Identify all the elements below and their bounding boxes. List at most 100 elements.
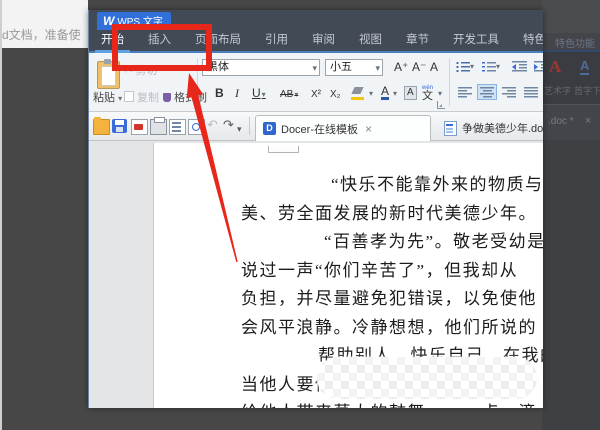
tab-features[interactable]: 特色功能 [523, 30, 543, 51]
undo-icon[interactable]: ↶ [207, 117, 218, 133]
bullets-caret-icon: ▾ [469, 61, 474, 71]
align-right-button[interactable] [499, 84, 519, 100]
tab-section[interactable]: 章节 [406, 30, 429, 51]
group-divider [449, 58, 450, 106]
numbering-icon [482, 60, 496, 72]
font-size-caret-icon: ▾ [375, 63, 380, 73]
ghost-close-icon: × [585, 115, 592, 127]
tab-references[interactable]: 引用 [265, 30, 288, 51]
pinyin-guide-button[interactable]: wén 文 [422, 84, 433, 102]
print-icon[interactable] [150, 117, 167, 135]
annotation-rectangle [112, 24, 212, 71]
doc-text-line: 说过一声“你们辛苦了”，但我却从 [241, 261, 519, 280]
ghost-tab-features: 特色功能 [555, 39, 595, 50]
strike-caret-icon: ▾ [294, 90, 299, 99]
char-shading-button[interactable]: A [404, 86, 417, 100]
doc-text-line: 会风平浪静。冷静想想，他们所说的 [241, 318, 537, 337]
background-page-fragment: rd文档，准备使 [2, 0, 88, 48]
doc-text-line: 负担，并尽量避免犯错误，以免使他 [241, 289, 537, 308]
document-page[interactable]: “快乐不能靠外来的物质与虚荣 美、劳全面发展的新时代美德少年。 “百善孝为先”。… [154, 143, 543, 408]
ghost-dropcap-icon: A [580, 58, 590, 75]
doc-text-line: 美、劳全面发展的新时代美德少年。 [241, 204, 537, 223]
open-file-icon[interactable] [93, 117, 110, 135]
format-painter-button[interactable]: 格式刷 [163, 89, 207, 105]
doc-tab-label: 争做美德少年.doc * [462, 123, 543, 135]
ghost-titlebar [542, 0, 600, 33]
font-name-caret-icon: ▾ [312, 63, 317, 73]
font-color-caret-icon[interactable]: ▾ [393, 86, 397, 102]
export-pdf-icon[interactable] [131, 119, 148, 135]
screenshot-canvas: rd文档，准备使 特色功能 A A 艺术字 首字下 .doc * × W WPS … [0, 0, 600, 430]
italic-button[interactable]: I [235, 85, 239, 101]
increase-indent-button[interactable] [531, 58, 543, 74]
highlight-pen-icon[interactable] [351, 87, 364, 100]
superscript-button[interactable]: X² [311, 87, 321, 103]
doc-text-line: “百善孝为先”。敬老受幼是中 [324, 232, 543, 251]
align-right-icon [502, 86, 516, 98]
font-name-select[interactable]: 黑体 ▾ [202, 59, 320, 76]
numbering-button[interactable]: ▾ [481, 58, 501, 74]
subscript-button[interactable]: X₂ [330, 87, 341, 103]
print-preview-icon[interactable] [169, 119, 186, 135]
align-left-button[interactable] [455, 84, 475, 100]
save-icon[interactable] [112, 119, 127, 133]
page-left-scroll-strip [0, 0, 2, 430]
redo-caret-icon[interactable]: ▾ [237, 121, 242, 137]
ghost-wordart-label: 艺术字 [544, 86, 572, 96]
paste-caret-icon: ▾ [118, 94, 123, 103]
tab-view[interactable]: 视图 [359, 30, 382, 51]
justify-button[interactable] [521, 84, 541, 100]
underline-caret-icon: ▾ [261, 90, 266, 99]
align-center-button[interactable] [477, 84, 497, 100]
pinyin-caret-icon[interactable]: ▾ [438, 86, 442, 102]
word-doc-icon [444, 120, 457, 136]
font-color-button[interactable]: A [381, 85, 390, 100]
preview-icon[interactable] [188, 119, 205, 135]
document-area[interactable]: “快乐不能靠外来的物质与虚荣 美、劳全面发展的新时代美德少年。 “百善孝为先”。… [89, 141, 543, 408]
ghost-ribbon: A A 艺术字 首字下 [542, 52, 600, 104]
strikethrough-button[interactable]: AB▾ [280, 87, 298, 103]
decrease-indent-icon [511, 60, 527, 72]
increase-indent-icon [533, 60, 543, 72]
dimmed-background-screenshot: 特色功能 A A 艺术字 首字下 .doc * × [542, 0, 600, 430]
format-painter-icon [163, 93, 171, 102]
tab-review[interactable]: 审阅 [312, 30, 335, 51]
close-tab-icon[interactable]: × [365, 122, 372, 136]
ghost-wordart-icon: A [549, 57, 562, 76]
ghost-doc-tab-row: .doc * × [542, 104, 600, 141]
quick-access-toolbar: ↶ ↷ ▾ D Docer-在线模板 × 争做美德少年.doc * [89, 112, 543, 141]
ghost-doc-tab-label: .doc * [548, 116, 574, 127]
toolbar-divider [249, 117, 250, 135]
grow-font-button[interactable]: A⁺ [394, 59, 408, 75]
justify-icon [524, 86, 538, 98]
numbering-caret-icon: ▾ [495, 61, 500, 71]
bullets-button[interactable]: ▾ [455, 58, 475, 74]
copy-button[interactable]: 复制 [124, 89, 159, 105]
align-left-icon [458, 86, 472, 98]
tab-developer[interactable]: 开发工具 [453, 30, 499, 51]
copy-icon [124, 91, 134, 102]
redo-icon[interactable]: ↷ [223, 117, 234, 133]
bullets-icon [456, 60, 470, 72]
highlight-caret-icon[interactable]: ▾ [369, 86, 373, 102]
bold-button[interactable]: B [215, 85, 224, 101]
ghost-dropcap-label: 首字下 [574, 86, 600, 96]
align-center-icon [480, 86, 494, 98]
paste-button[interactable]: 粘贴 ▾ [93, 89, 122, 105]
doc-text-line: “快乐不能靠外来的物质与虚荣 [331, 175, 543, 194]
font-size-select[interactable]: 小五 ▾ [325, 59, 383, 76]
page-margin-marker [268, 146, 299, 153]
background-text-snippet: rd文档，准备使 [2, 28, 81, 42]
font-dialog-launcher-icon[interactable] [437, 101, 445, 109]
decrease-indent-button[interactable] [509, 58, 529, 74]
underline-button[interactable]: U▾ [252, 85, 266, 103]
shrink-font-button[interactable]: A⁻ [412, 59, 426, 75]
ghost-lower-area [542, 140, 600, 430]
doc-tab-docer[interactable]: D Docer-在线模板 × [255, 115, 431, 141]
doc-tab-document[interactable]: 争做美德少年.doc * [437, 115, 543, 141]
doc-text-line: 给他人带来莫大的鼓舞……一点一滴 [241, 402, 537, 408]
censor-mosaic-patch [317, 357, 537, 399]
docer-icon: D [263, 122, 276, 135]
ghost-tab-row: 特色功能 [542, 33, 600, 50]
doc-tab-label: Docer-在线模板 [281, 123, 359, 136]
